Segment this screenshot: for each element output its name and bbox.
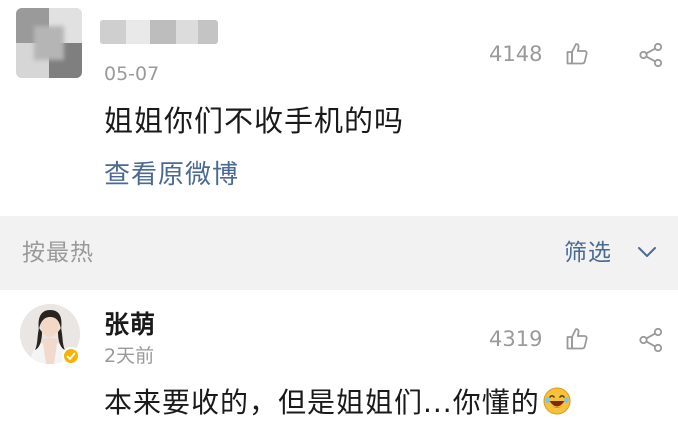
- filter-button[interactable]: 筛选: [564, 238, 612, 268]
- sort-filter-bar: 按最热 筛选: [0, 216, 678, 290]
- laughing-emoji-icon: [543, 387, 571, 415]
- chevron-down-icon[interactable]: [636, 244, 658, 260]
- comment-author-name[interactable]: 张萌: [104, 310, 156, 340]
- share-icon[interactable]: [638, 42, 664, 68]
- blurred-avatar[interactable]: [16, 8, 82, 78]
- comment-text: 本来要收的，但是姐姐们...你懂的: [104, 385, 572, 421]
- sort-by-hot-button[interactable]: 按最热: [22, 238, 94, 268]
- post-date: 05-07: [104, 63, 160, 85]
- original-post: 05-07 4148 姐姐你们不收手机的吗 查看原微博: [0, 0, 678, 216]
- comment-text-content: 本来要收的，但是姐姐们...你懂的: [104, 386, 540, 419]
- thumbs-up-icon[interactable]: [565, 327, 589, 351]
- share-icon[interactable]: [638, 327, 664, 353]
- comment-item: 张萌 2天前 4319 本来要收的，但是姐姐们...你懂的: [0, 290, 678, 438]
- weibo-comment-page: 05-07 4148 姐姐你们不收手机的吗 查看原微博 按最热 筛选 张萌 2天…: [0, 0, 678, 438]
- blurred-username[interactable]: [100, 20, 218, 44]
- post-text: 姐姐你们不收手机的吗: [104, 104, 405, 138]
- verified-badge-icon: [62, 347, 80, 365]
- thumbs-up-icon[interactable]: [565, 42, 589, 66]
- comment-time: 2天前: [104, 345, 155, 367]
- post-like-count[interactable]: 4148: [489, 41, 542, 67]
- view-original-weibo-link[interactable]: 查看原微博: [104, 158, 239, 192]
- comment-like-count[interactable]: 4319: [489, 326, 542, 352]
